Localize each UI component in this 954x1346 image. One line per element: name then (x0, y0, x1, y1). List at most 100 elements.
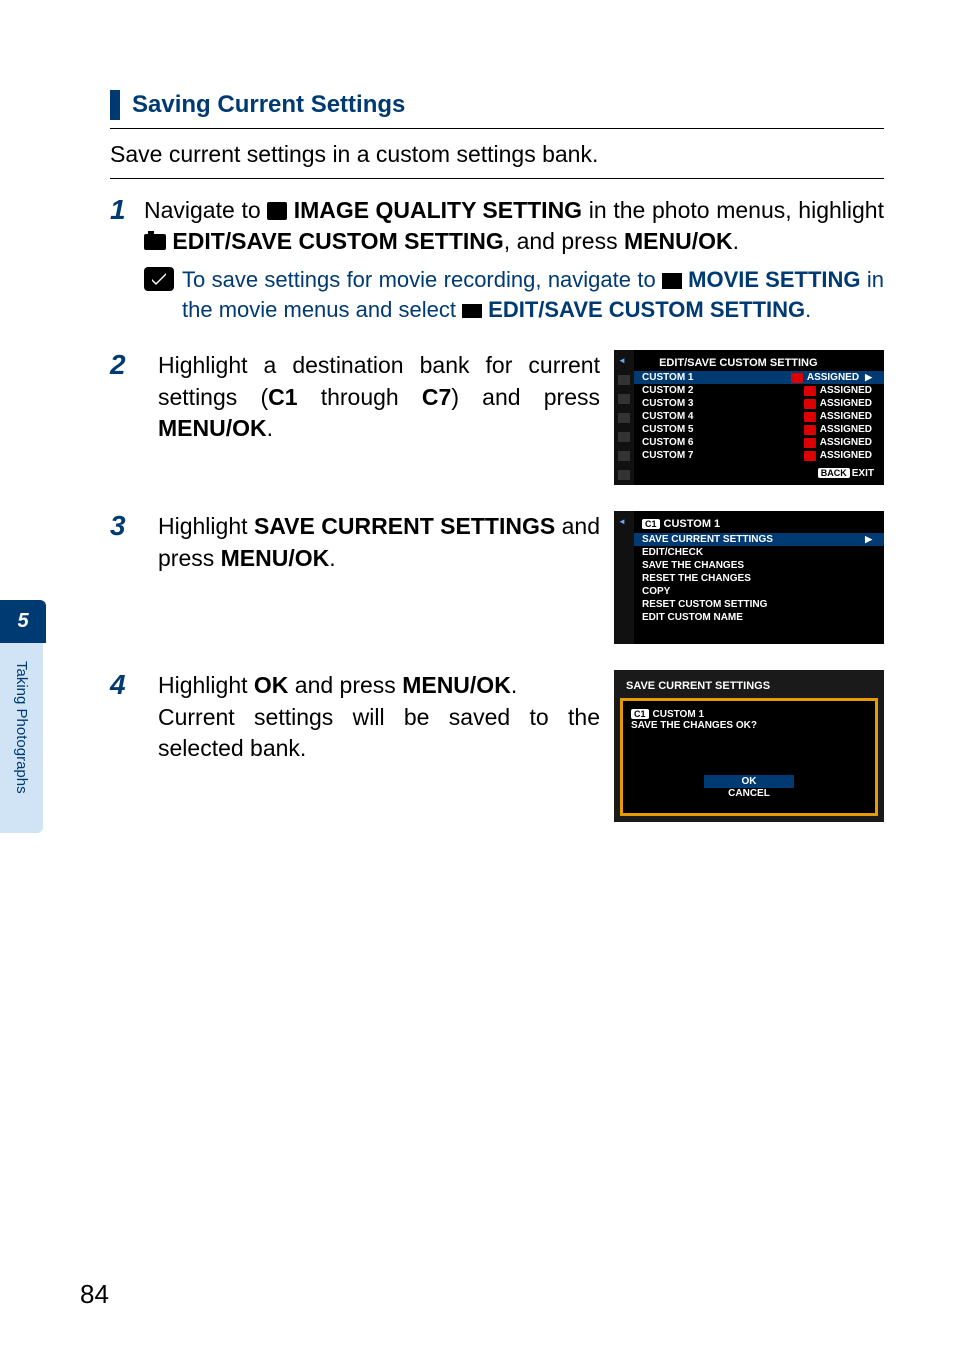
menu-row: SAVE CURRENT SETTINGS▶ (614, 533, 884, 546)
menu-row: CUSTOM 2ASSIGNED (614, 384, 884, 397)
side-icon (618, 432, 630, 442)
camera-icon (804, 386, 816, 396)
page-number: 84 (80, 1279, 109, 1310)
screen-title-text: EDIT/SAVE CUSTOM SETTING (659, 357, 818, 369)
screen-title: C1 CUSTOM 1 (614, 515, 884, 533)
menu-row: SAVE THE CHANGES (614, 559, 884, 572)
edit-save-label: EDIT/SAVE CUSTOM SETTING (166, 228, 504, 254)
note-icon (144, 267, 174, 291)
menu-item-name: CUSTOM 4 (642, 411, 804, 422)
menu-item-name: EDIT CUSTOM NAME (642, 612, 872, 623)
movie-icon (662, 273, 682, 289)
side-icon (618, 413, 630, 423)
menu-row: EDIT/CHECK (614, 546, 884, 559)
menuok: MENU/OK (402, 672, 511, 698)
text: . (329, 545, 335, 571)
c1-badge: C1 (642, 519, 660, 529)
movie-edit-label: EDIT/SAVE CUSTOM SETTING (482, 297, 805, 322)
movie-setting-label: MOVIE SETTING (682, 267, 860, 292)
section-heading: Saving Current Settings (110, 90, 884, 120)
back-label: BACK (818, 468, 850, 478)
step-number: 1 (110, 195, 144, 324)
menu-item-name: RESET THE CHANGES (642, 573, 872, 584)
menu-row: CUSTOM 1 ASSIGNED ▶ (614, 371, 884, 384)
dialog-line2: SAVE THE CHANGES OK? (631, 720, 867, 731)
camera-icon (804, 438, 816, 448)
left-arrow-icon: ◄ (618, 517, 630, 527)
menuok: MENU/OK (624, 228, 733, 254)
chapter-number: 5 (0, 600, 46, 643)
menu-item-name: CUSTOM 1 (642, 372, 791, 383)
step-1: 1 Navigate to IMAGE QUALITY SETTING in t… (110, 195, 884, 324)
exit-label: EXIT (852, 468, 874, 479)
screen-title-text: CUSTOM 1 (664, 518, 721, 530)
screen-title: EDIT/SAVE CUSTOM SETTING (614, 354, 884, 371)
screen-footer: BACKEXIT (614, 462, 884, 481)
menu-row: COPY (614, 585, 884, 598)
section-intro: Save current settings in a custom settin… (110, 141, 884, 168)
text: . (733, 228, 739, 254)
text: . (511, 672, 517, 698)
menu-item-tag: ASSIGNED (807, 372, 859, 383)
step-4-body: Highlight OK and press MENU/OK. Current … (158, 670, 600, 822)
menu-row: RESET THE CHANGES (614, 572, 884, 585)
menu-row: CUSTOM 7 ASSIGNED (614, 449, 884, 462)
camera-icon (804, 451, 816, 461)
step-4: 4 Highlight OK and press MENU/OK. Curren… (110, 670, 884, 822)
text: , and press (504, 228, 624, 254)
dialog-line1: C1CUSTOM 1 (631, 709, 867, 720)
step-divider (110, 178, 884, 179)
text: Navigate to (144, 197, 267, 223)
menu-item-name: CUSTOM 2 (642, 385, 804, 396)
chapter-label: Taking Photographs (0, 643, 43, 833)
menu-side-icons: ◄ (614, 350, 634, 485)
note-body: To save settings for movie recording, na… (182, 265, 884, 324)
save-current-label: SAVE CURRENT SETTINGS (254, 513, 555, 539)
camera-icon (804, 399, 816, 409)
menu-item-name: CUSTOM 3 (642, 398, 804, 409)
text: in the photo menus, highlight (582, 197, 884, 223)
dialog-ok: OK (704, 775, 794, 788)
step-3: 3 Highlight SAVE CURRENT SETTINGS and pr… (110, 511, 884, 644)
screenshot-custom1-menu: ◄ C1 CUSTOM 1 SAVE CURRENT SETTINGS▶EDIT/… (614, 511, 884, 644)
camera-screen-2: ◄ C1 CUSTOM 1 SAVE CURRENT SETTINGS▶EDIT/… (614, 511, 884, 644)
camera-icon (804, 412, 816, 422)
iq-icon (267, 202, 287, 220)
menu-item-tag: ASSIGNED (820, 450, 872, 461)
movie-edit-icon (462, 304, 482, 318)
menu-item-tag: ASSIGNED (820, 424, 872, 435)
menu-row: EDIT CUSTOM NAME (614, 611, 884, 624)
menu-item-name: CUSTOM 6 (642, 437, 804, 448)
step-1-body: Navigate to IMAGE QUALITY SETTING in the… (144, 195, 884, 324)
right-arrow-icon: ▶ (865, 534, 872, 545)
camera-icon (804, 425, 816, 435)
menu-row: CUSTOM 5ASSIGNED (614, 423, 884, 436)
text: through (298, 384, 422, 410)
dialog-cancel: CANCEL (704, 788, 794, 799)
left-arrow-icon: ◄ (618, 356, 630, 366)
right-arrow-icon: ▶ (865, 372, 872, 383)
text: . (267, 415, 273, 441)
chapter-tab: 5 Taking Photographs (0, 600, 46, 833)
menu-row: RESET CUSTOM SETTING (614, 598, 884, 611)
menuok: MENU/OK (158, 415, 267, 441)
menu-row: CUSTOM 6ASSIGNED (614, 436, 884, 449)
step-2: 2 Highlight a destination bank for curre… (110, 350, 884, 485)
text: and press (288, 672, 402, 698)
step-4-line2: Current settings will be saved to the se… (158, 702, 600, 764)
side-icon (618, 470, 630, 480)
iq-label: IMAGE QUALITY SETTING (287, 197, 582, 223)
step-2-body: Highlight a destination bank for current… (158, 350, 600, 485)
section-title: Saving Current Settings (132, 91, 405, 119)
section-bar (110, 90, 120, 120)
step-number: 3 (110, 511, 144, 644)
text: . (805, 297, 811, 322)
menu-item-name: EDIT/CHECK (642, 547, 872, 558)
dialog-title: SAVE CURRENT SETTINGS (620, 676, 878, 696)
step-3-body: Highlight SAVE CURRENT SETTINGS and pres… (158, 511, 600, 644)
menu-item-name: COPY (642, 586, 872, 597)
menu-item-tag: ASSIGNED (820, 411, 872, 422)
menu-side-icons: ◄ (614, 511, 634, 644)
text: Highlight (158, 672, 254, 698)
menu-item-name: CUSTOM 7 (642, 450, 804, 461)
